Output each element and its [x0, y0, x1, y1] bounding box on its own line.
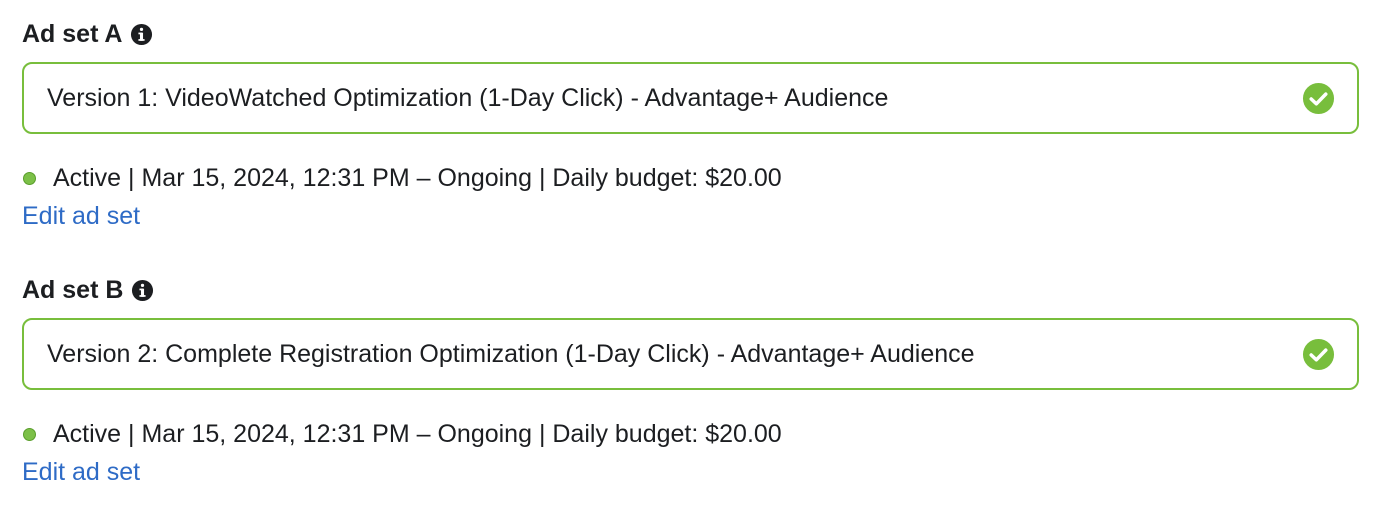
active-status-dot-icon — [23, 171, 36, 185]
info-icon[interactable] — [130, 23, 153, 46]
ad-set-b: Ad set B Version 2: Complete Registratio… — [22, 270, 1359, 490]
ad-set-heading: Ad set A — [22, 14, 1359, 54]
ad-set-title: Ad set A — [22, 19, 123, 48]
edit-ad-set-link[interactable]: Edit ad set — [22, 454, 140, 490]
ad-set-select-value: Version 2: Complete Registration Optimiz… — [47, 339, 975, 368]
ad-set-select[interactable]: Version 2: Complete Registration Optimiz… — [22, 318, 1359, 390]
ad-set-status-row: Active | Mar 15, 2024, 12:31 PM – Ongoin… — [22, 416, 1359, 452]
ad-set-heading: Ad set B — [22, 270, 1359, 310]
ad-set-select-value: Version 1: VideoWatched Optimization (1-… — [47, 83, 889, 112]
check-circle-icon — [1302, 338, 1335, 371]
check-circle-icon — [1302, 82, 1335, 115]
active-status-dot-icon — [23, 427, 36, 441]
ad-set-status-row: Active | Mar 15, 2024, 12:31 PM – Ongoin… — [22, 160, 1359, 196]
info-icon[interactable] — [131, 279, 154, 302]
ad-set-status-text: Active | Mar 15, 2024, 12:31 PM – Ongoin… — [53, 163, 782, 192]
ad-set-title: Ad set B — [22, 275, 124, 304]
ad-set-status-text: Active | Mar 15, 2024, 12:31 PM – Ongoin… — [53, 419, 782, 448]
ad-set-select[interactable]: Version 1: VideoWatched Optimization (1-… — [22, 62, 1359, 134]
ad-set-a: Ad set A Version 1: VideoWatched Optimiz… — [22, 14, 1359, 234]
edit-ad-set-link[interactable]: Edit ad set — [22, 198, 140, 234]
